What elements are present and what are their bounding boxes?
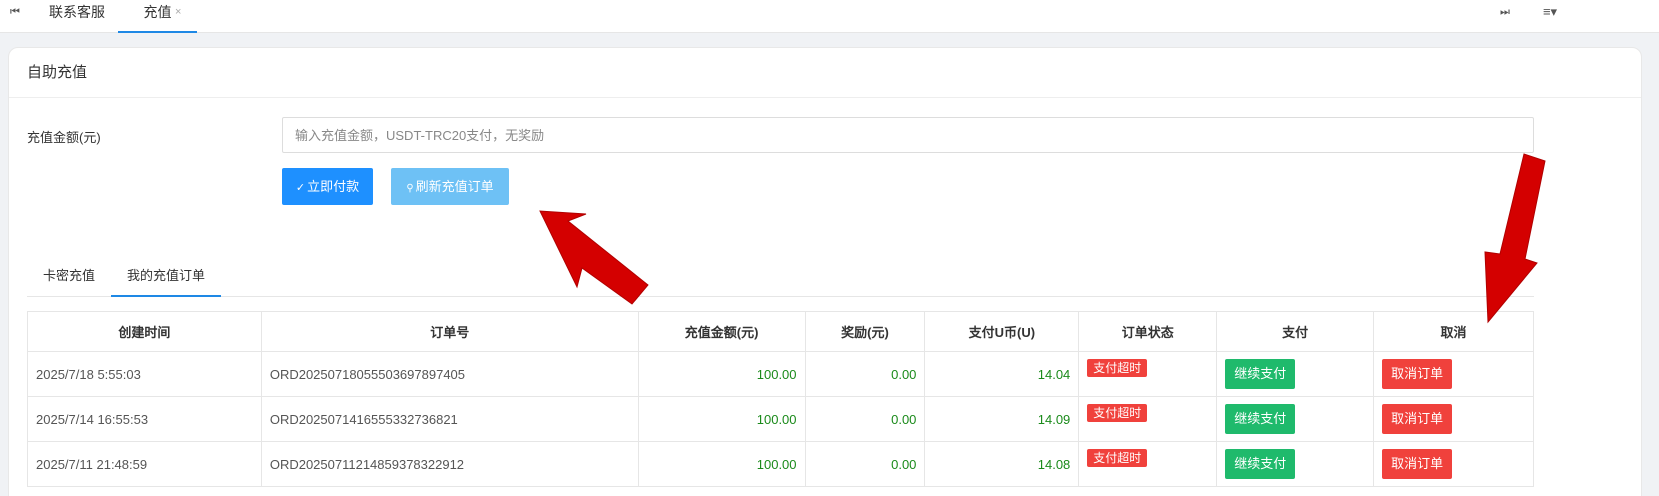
cell-amount: 100.00 [637,441,806,487]
amount-label: 充值金额(元) [27,130,101,145]
subtab-card-recharge[interactable]: 卡密充值 [27,261,111,297]
cell-usdt: 14.09 [924,396,1080,442]
pay-now-button[interactable]: ✓ 立即付款 [282,168,373,205]
check-circle-icon: ✓ [295,182,306,194]
cancel-order-button[interactable]: 取消订单 [1382,359,1453,389]
subtab-my-orders[interactable]: 我的充值订单 [111,261,221,297]
scroll-first-tab-icon[interactable]: ⏮ [0,0,30,24]
table-row: 2025/7/14 16:55:53 ORD202507141655533273… [27,396,1534,442]
tab-recharge[interactable]: 充值 × [118,0,197,33]
cell-pay: 继续支付 [1216,441,1375,487]
cell-order-no: ORD20250718055503697897405 [260,351,639,397]
recharge-card: 自助充值 充值金额(元) ✓立即付款 ⚲刷新充值订单 卡密充值 我的充值订单 创… [8,47,1642,496]
col-header-amount: 充值金额(元) [637,311,806,352]
cell-usdt: 14.04 [924,351,1080,397]
status-badge: 支付超时 [1087,358,1148,377]
col-header-cancel: 取消 [1373,311,1534,352]
cell-cancel: 取消订单 [1373,396,1534,442]
scroll-last-tab-icon[interactable]: ⏭ [1490,0,1520,24]
continue-pay-button[interactable]: 继续支付 [1225,404,1296,434]
cell-amount: 100.00 [637,351,806,397]
cell-created-time: 2025/7/18 5:55:03 [27,351,262,397]
orders-table: 创建时间 订单号 充值金额(元) 奖励(元) 支付U币(U) 订单状态 支付 取… [27,311,1534,487]
col-header-bonus: 奖励(元) [804,311,926,352]
col-header-pay: 支付 [1216,311,1375,352]
table-row: 2025/7/11 21:48:59 ORD202507112148593783… [27,441,1534,487]
cell-cancel: 取消订单 [1373,351,1534,397]
continue-pay-button[interactable]: 继续支付 [1225,359,1296,389]
status-badge: 支付超时 [1087,448,1148,467]
tab-bar: ⏮ 联系客服 充值 × ⏭ ≡▾ [0,0,1659,33]
refresh-orders-label: 刷新充值订单 [415,179,494,194]
col-header-created-time: 创建时间 [27,311,262,352]
tab-customer-service[interactable]: 联系客服 [40,0,114,33]
cell-created-time: 2025/7/14 16:55:53 [27,396,262,442]
col-header-status: 订单状态 [1078,311,1218,352]
cell-usdt: 14.08 [924,441,1080,487]
status-badge: 支付超时 [1087,403,1148,422]
tab-label: 联系客服 [49,4,105,20]
cancel-order-button[interactable]: 取消订单 [1382,449,1453,479]
cell-pay: 继续支付 [1216,396,1375,442]
cell-created-time: 2025/7/11 21:48:59 [27,441,262,487]
tab-close-icon[interactable]: × [175,0,181,24]
cell-order-no: ORD20250714165553327368​21 [260,396,639,442]
cell-bonus: 0.00 [804,441,926,487]
order-subtabs: 卡密充值 我的充值订单 [27,261,1534,297]
subtab-label: 卡密充值 [42,268,95,283]
table-header-row: 创建时间 订单号 充值金额(元) 奖励(元) 支付U币(U) 订单状态 支付 取… [27,311,1534,352]
cell-status: 支付超时 [1078,351,1218,397]
col-header-usdt: 支付U币(U) [924,311,1080,352]
refresh-orders-button[interactable]: ⚲ 刷新充值订单 [391,168,509,205]
tab-menu-icon[interactable]: ≡▾ [1535,0,1565,24]
cell-pay: 继续支付 [1216,351,1375,397]
cell-status: 支付超时 [1078,441,1218,487]
col-header-order-no: 订单号 [260,311,639,352]
table-row: 2025/7/18 5:55:03 ORD2025071805550369789… [27,351,1534,397]
subtab-label: 我的充值订单 [126,268,205,283]
continue-pay-button[interactable]: 继续支付 [1225,449,1296,479]
cell-bonus: 0.00 [804,351,926,397]
card-title: 自助充值 [9,48,1641,98]
cancel-order-button[interactable]: 取消订单 [1382,404,1453,434]
search-icon: ⚲ [406,183,414,194]
cell-status: 支付超时 [1078,396,1218,442]
cell-cancel: 取消订单 [1373,441,1534,487]
cell-order-no: ORD20250711214859378322912 [260,441,639,487]
tab-label: 充值 [143,4,172,20]
cell-bonus: 0.00 [804,396,926,442]
pay-now-label: 立即付款 [307,179,360,194]
amount-input[interactable] [282,117,1534,153]
cell-amount: 100.00 [637,396,806,442]
